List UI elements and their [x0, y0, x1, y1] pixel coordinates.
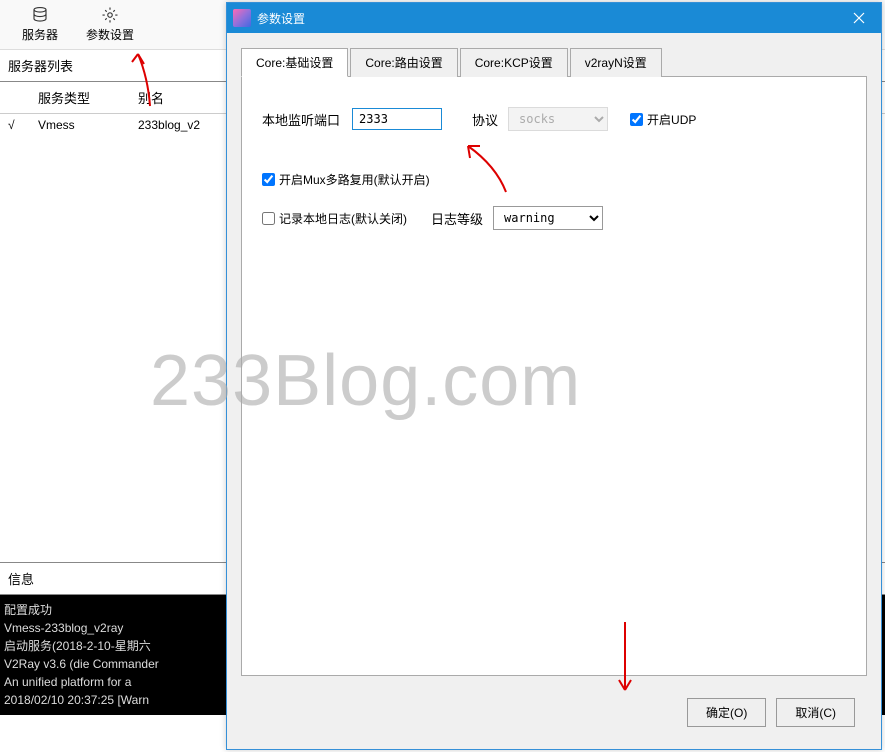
dialog-title-text: 参数设置 — [257, 10, 837, 27]
mux-checkbox[interactable]: 开启Mux多路复用(默认开启) — [262, 171, 430, 188]
close-button[interactable] — [837, 3, 881, 33]
close-icon — [853, 12, 865, 24]
protocol-select: socks — [508, 107, 608, 131]
log-checkbox[interactable]: 记录本地日志(默认关闭) — [262, 210, 407, 227]
log-checkbox-input[interactable] — [262, 212, 275, 225]
udp-checkbox-input[interactable] — [630, 113, 643, 126]
database-icon — [28, 6, 52, 24]
settings-dialog: 参数设置 Core:基础设置 Core:路由设置 Core:KCP设置 v2ra… — [226, 2, 882, 750]
port-input[interactable] — [352, 108, 442, 130]
app-icon — [233, 9, 251, 27]
tab-core-routing[interactable]: Core:路由设置 — [350, 48, 457, 77]
ok-button[interactable]: 确定(O) — [687, 698, 766, 727]
server-toolbar-label: 服务器 — [22, 26, 58, 43]
tab-v2rayn[interactable]: v2rayN设置 — [570, 48, 662, 77]
dialog-titlebar[interactable]: 参数设置 — [227, 3, 881, 33]
server-toolbar-button[interactable]: 服务器 — [8, 4, 72, 45]
udp-checkbox[interactable]: 开启UDP — [630, 111, 696, 128]
loglevel-label: 日志等级 — [431, 209, 483, 228]
loglevel-select[interactable]: warning — [493, 206, 603, 230]
col-mark[interactable] — [0, 82, 30, 114]
mux-checkbox-input[interactable] — [262, 173, 275, 186]
tab-content: 本地监听端口 协议 socks 开启UDP 开启Mux多路复用(默认开启) — [241, 76, 867, 676]
tab-core-basic[interactable]: Core:基础设置 — [241, 48, 348, 77]
cancel-button[interactable]: 取消(C) — [776, 698, 855, 727]
tab-strip: Core:基础设置 Core:路由设置 Core:KCP设置 v2rayN设置 — [241, 47, 867, 76]
protocol-label: 协议 — [472, 110, 498, 129]
settings-toolbar-label: 参数设置 — [86, 26, 134, 43]
port-label: 本地监听端口 — [262, 110, 340, 129]
tab-core-kcp[interactable]: Core:KCP设置 — [460, 48, 568, 77]
gear-icon — [98, 6, 122, 24]
col-type[interactable]: 服务类型 — [30, 82, 130, 114]
settings-toolbar-button[interactable]: 参数设置 — [72, 4, 148, 45]
